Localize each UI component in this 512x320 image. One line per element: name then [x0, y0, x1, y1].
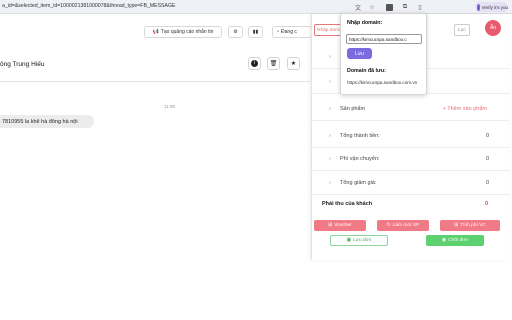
profile-button[interactable]: Verify it's you — [475, 2, 508, 12]
calculator-icon: ⊞ — [454, 223, 459, 228]
total-discount-label: Tổng giảm giá: — [340, 180, 377, 186]
chevron-right-icon: › — [329, 79, 331, 85]
products-section[interactable]: › Sản phẩm + Thêm sản phẩm — [311, 98, 509, 121]
total-amount-value: 0 — [485, 133, 489, 139]
extension-active-icon[interactable] — [384, 2, 394, 12]
chevron-right-icon: › — [329, 54, 331, 60]
voucher-icon: ⊞ — [328, 223, 333, 228]
chevron-right-icon: › — [329, 156, 331, 162]
domain-input[interactable] — [346, 34, 422, 44]
filter-tab-label: Lọc — [458, 27, 466, 33]
saved-domain-label: Domain đã lưu: — [347, 68, 386, 74]
calculate-shipping-label: Tính phí VC — [460, 223, 486, 228]
conversation-contact-name: ông Trung Hiếu — [0, 61, 45, 68]
info-icon: i — [251, 60, 258, 67]
refresh-products-label: Làm mới SP — [392, 223, 420, 228]
domain-popup: Nhập domain: Lưu Domain đã lưu: https://… — [340, 13, 427, 95]
amount-due-label: Phải thu của khách — [322, 201, 373, 207]
chevron-right-icon: › — [329, 133, 331, 139]
header-divider — [0, 81, 310, 82]
save-order-label: Lưu đơn — [353, 238, 372, 243]
total-discount-section[interactable]: › Tổng giảm giá: 0 — [311, 172, 509, 195]
bar-chart-icon: ▮▮ — [252, 29, 259, 35]
message-timestamp: 11:08 — [164, 104, 175, 109]
address-bar-url[interactable]: a_id=&selected_item_id=1000021381000078&… — [2, 3, 175, 9]
profile-label: Verify it's you — [481, 4, 508, 10]
settings-button[interactable]: ⚙ — [228, 26, 243, 38]
browser-toolbar: a_id=&selected_item_id=1000021381000078&… — [0, 0, 512, 14]
incoming-message: 7810955 la khê hà đông hà nội — [0, 115, 94, 128]
delete-conversation-button[interactable]: 🗑 — [267, 57, 280, 70]
megaphone-icon: 📢 — [152, 29, 159, 35]
create-message-ad-label: Tạo quảng cáo nhắn tin — [160, 29, 214, 35]
add-product-button[interactable]: + Thêm sản phẩm — [443, 106, 487, 112]
translate-icon[interactable]: 文 — [353, 2, 363, 12]
star-conversation-button[interactable]: ★ — [287, 57, 300, 70]
close-order-button[interactable]: ◉ Chốt đơn — [426, 235, 484, 246]
filter-tab[interactable]: Lọc — [454, 24, 470, 36]
chevron-right-icon: › — [329, 106, 331, 112]
save-icon: ▣ — [346, 238, 352, 243]
amount-due-value: 0 — [485, 201, 489, 207]
save-order-button[interactable]: ▣ Lưu đơn — [330, 235, 388, 246]
status-button[interactable]: ◔ Đang c — [272, 26, 312, 38]
total-amount-section[interactable]: › Tổng thành tiền: 0 — [311, 125, 509, 148]
trash-icon: 🗑 — [269, 61, 278, 67]
shipping-fee-value: 0 — [485, 156, 489, 162]
calculate-shipping-button[interactable]: ⊞ Tính phí VC — [440, 220, 500, 231]
saved-domain-value: https://kimcucspa.sandbox.com.vn — [347, 80, 418, 85]
status-label: Đang c — [281, 29, 297, 35]
refresh-products-button[interactable]: ↻ Làm mới SP — [377, 220, 429, 231]
total-discount-value: 0 — [485, 180, 489, 186]
user-avatar[interactable]: Ấn — [485, 20, 501, 36]
total-amount-label: Tổng thành tiền: — [340, 133, 380, 139]
chevron-right-icon: › — [329, 180, 331, 186]
refresh-icon: ↻ — [386, 223, 391, 228]
close-order-label: Chốt đơn — [448, 238, 469, 243]
profile-avatar — [477, 3, 480, 11]
star-icon: ★ — [290, 61, 297, 67]
check-circle-icon: ◉ — [441, 238, 447, 243]
voucher-button[interactable]: ⊞ Voucher — [314, 220, 366, 231]
shipping-fee-section[interactable]: › Phí vận chuyển: 0 — [311, 148, 509, 171]
bookmark-star-icon[interactable]: ☆ — [367, 2, 377, 12]
domain-input-label: Nhập domain: — [347, 20, 383, 26]
create-message-ad-button[interactable]: 📢 Tạo quảng cáo nhắn tin — [144, 26, 222, 38]
sidebar-panel-icon[interactable]: ▯ — [415, 2, 425, 12]
insights-button[interactable]: ▮▮ — [248, 26, 263, 38]
shipping-fee-label: Phí vận chuyển: — [340, 156, 380, 162]
voucher-label: Voucher — [334, 223, 352, 228]
message-text: 7810955 la khê hà đông hà nội — [2, 118, 78, 125]
products-label: Sản phẩm — [340, 106, 366, 112]
extensions-puzzle-icon[interactable]: ⧉ — [400, 2, 410, 12]
domain-tab-label: Nhập domai — [317, 27, 343, 33]
status-icon: ◔ — [276, 29, 280, 35]
save-domain-button[interactable]: Lưu — [347, 48, 372, 59]
gear-icon: ⚙ — [233, 29, 238, 35]
user-avatar-initials: Ấn — [489, 25, 497, 31]
contact-info-button[interactable]: i — [248, 57, 261, 70]
